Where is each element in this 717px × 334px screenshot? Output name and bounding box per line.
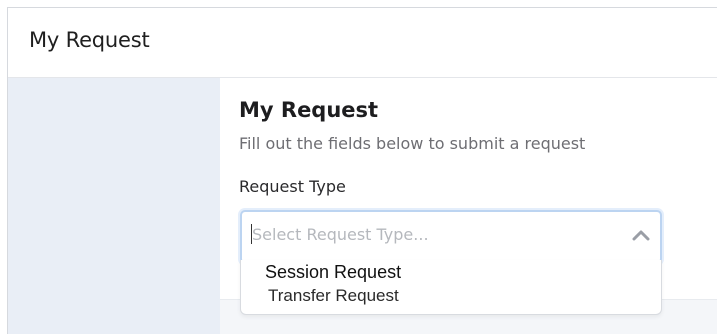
window-title: My Request — [29, 28, 150, 52]
chevron-up-icon[interactable] — [632, 228, 650, 242]
form-title: My Request — [239, 98, 379, 122]
request-type-dropdown: Session Request Transfer Request — [240, 260, 662, 315]
sidebar — [8, 78, 220, 334]
form-subtitle: Fill out the fields below to submit a re… — [239, 134, 586, 153]
request-type-label: Request Type — [239, 177, 346, 196]
option-label: Session Request — [265, 262, 402, 282]
window-header: My Request — [8, 8, 717, 78]
option-transfer-request[interactable]: Transfer Request — [241, 283, 661, 307]
option-label: Transfer Request — [268, 286, 399, 305]
request-type-select[interactable]: Select Request Type... — [240, 210, 662, 264]
request-type-placeholder: Select Request Type... — [252, 225, 429, 244]
option-session-request[interactable]: Session Request — [241, 260, 661, 284]
